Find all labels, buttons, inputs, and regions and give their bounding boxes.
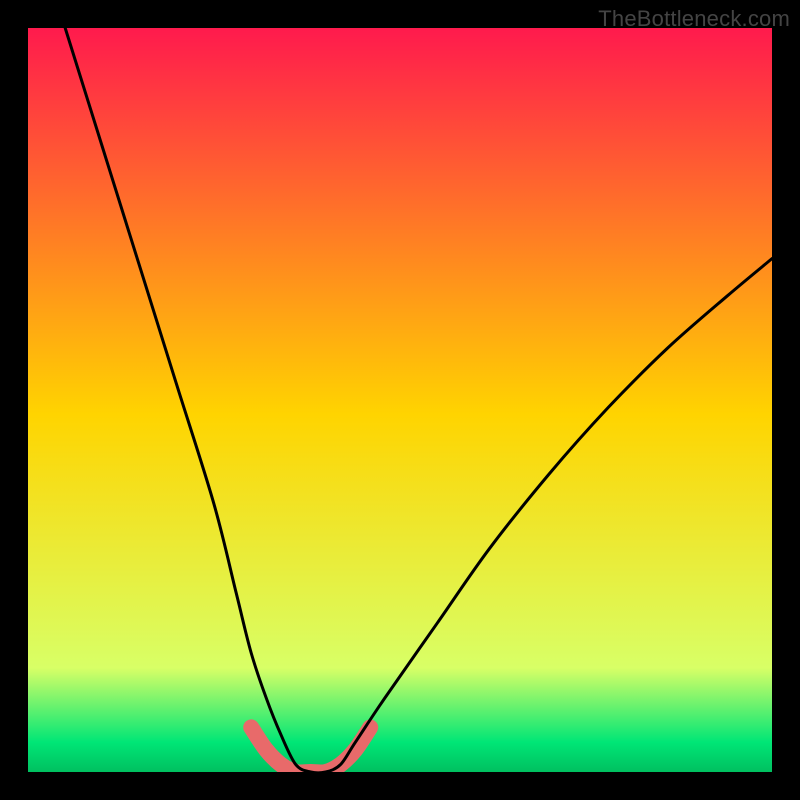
chart-frame: TheBottleneck.com — [0, 0, 800, 800]
plot-area — [28, 28, 772, 772]
gradient-background — [28, 28, 772, 772]
chart-svg — [28, 28, 772, 772]
